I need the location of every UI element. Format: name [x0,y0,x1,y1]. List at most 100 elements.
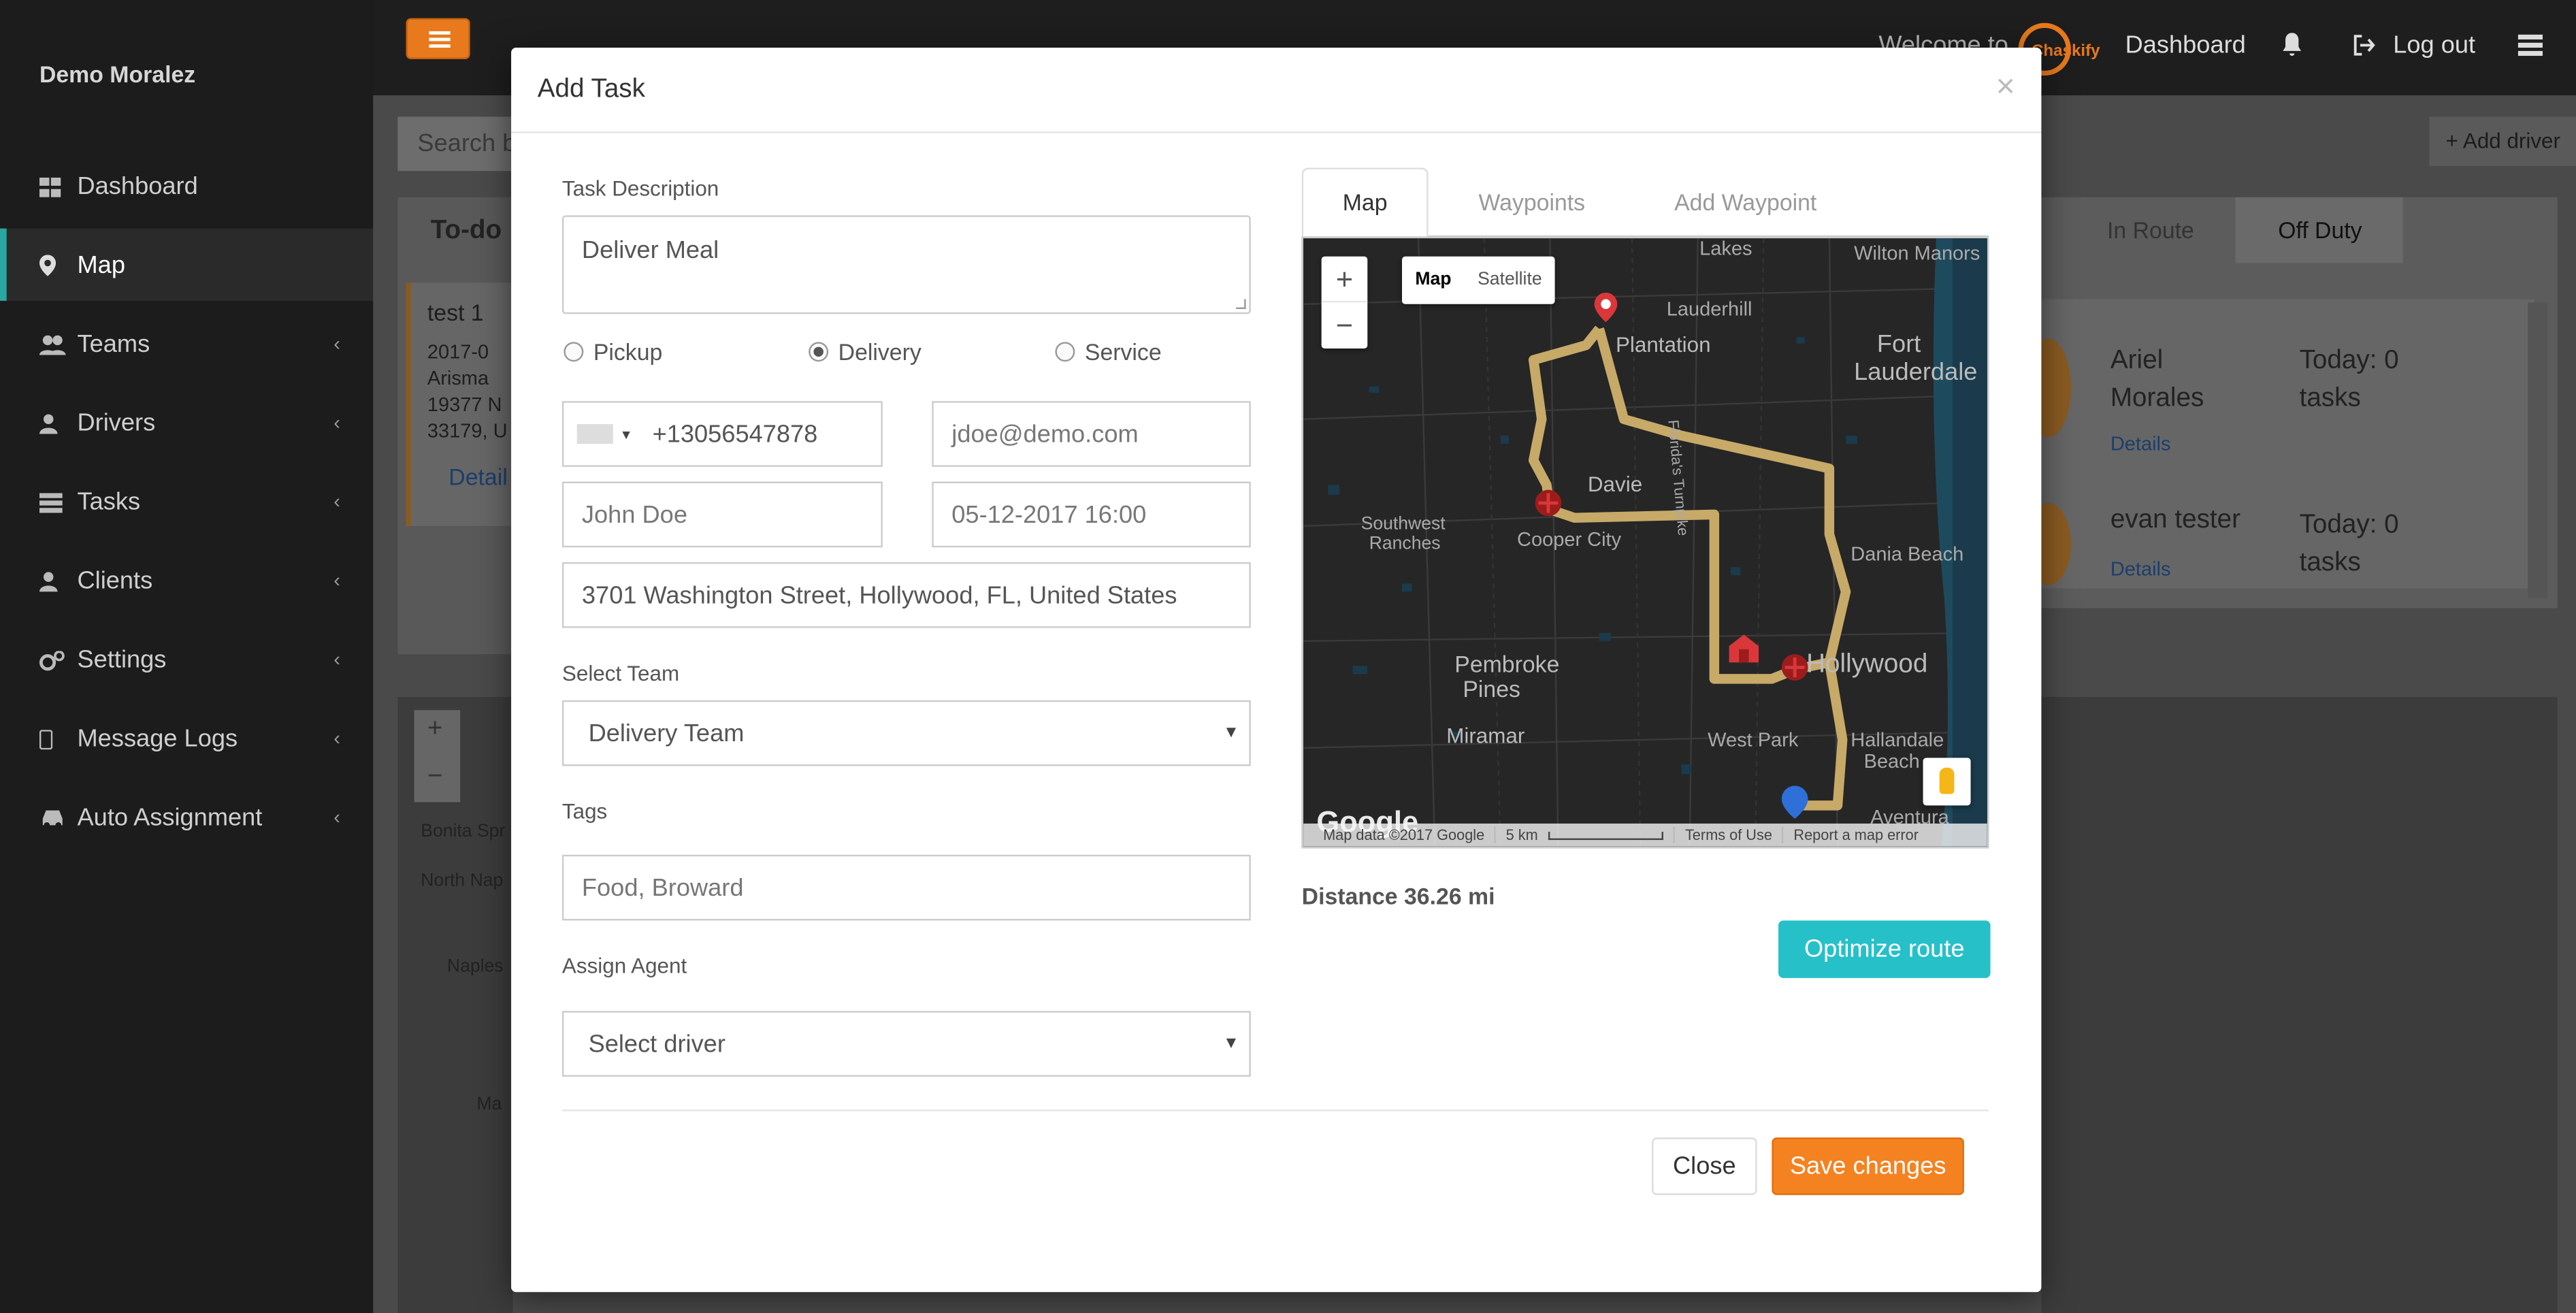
tab-off-duty[interactable]: Off Duty [2278,217,2362,244]
map-label: Davie [1587,472,1643,497]
map-label: Cooper City [1517,528,1622,551]
map-label: Miramar [1446,723,1525,748]
task-description-textarea[interactable]: Deliver Meal [561,215,1251,314]
sidebar-item-teams[interactable]: Teams ‹ [0,308,373,380]
logout-icon[interactable] [2353,35,2377,56]
dashboard-link[interactable]: Dashboard [2125,31,2246,59]
cogs-icon [39,649,65,671]
task-card-date: 2017-0 [427,340,489,363]
map-attribution: Map data ©2017 Google [1314,826,1497,843]
modal-close-icon[interactable]: × [1996,69,2015,107]
radio-delivery-dot[interactable] [809,342,829,362]
tab-map[interactable]: Map [1301,167,1429,237]
resize-handle-icon[interactable] [1236,299,1246,310]
map-scale: 5 km [1496,826,1676,843]
map-label: Lakes [1699,236,1752,260]
sidebar-item-settings[interactable]: Settings ‹ [0,623,373,695]
sidebar-item-clients[interactable]: Clients ‹ [0,544,373,616]
radio-service-dot[interactable] [1055,342,1075,362]
sidebar-item-drivers[interactable]: Drivers ‹ [0,387,373,459]
country-dropdown-caret-icon[interactable]: ▼ [619,427,632,442]
chevron-left-icon: ‹ [333,647,340,671]
map-label: Southwest [1360,514,1446,534]
datetime-input[interactable]: 05-12-2017 16:00 [932,481,1251,548]
agent-select[interactable]: Select driver ▼ [561,1011,1251,1077]
radio-service[interactable]: Service [1055,338,1162,366]
address-input[interactable]: 3701 Washington Street, Hollywood, FL, U… [561,562,1251,628]
task-card-details-link[interactable]: Detail [449,464,507,490]
tab-add-waypoint[interactable]: Add Waypoint [1647,167,1844,236]
map-zoom-in-button[interactable]: + [1321,257,1368,303]
name-input[interactable]: John Doe [561,481,883,548]
sidebar-item-label: Message Logs [77,724,238,752]
driver-details-link[interactable]: Details [2110,557,2171,581]
sidebar-item-label: Tasks [77,487,141,516]
map-zoom-out-button[interactable]: − [1322,302,1368,348]
sidebar-item-tasks[interactable]: Tasks ‹ [0,465,373,537]
sidebar-item-label: Drivers [77,408,156,437]
menu-toggle-button[interactable] [406,18,470,59]
close-button[interactable]: Close [1652,1137,1757,1195]
tab-waypoints[interactable]: Waypoints [1450,167,1614,236]
radio-pickup-label: Pickup [593,338,663,366]
bell-icon[interactable] [2281,33,2302,56]
email-input[interactable]: jdoe@demo.com [932,401,1251,467]
logout-link[interactable]: Log out [2393,31,2475,59]
save-changes-button[interactable]: Save changes [1772,1137,1964,1195]
dashboard-icon [39,176,63,197]
datetime-placeholder: 05-12-2017 16:00 [951,500,1147,529]
agent-selected-value: Select driver [588,1029,725,1058]
optimize-route-button[interactable]: Optimize route [1778,920,1991,978]
task-description-label: Task Description [561,176,719,201]
email-placeholder: jdoe@demo.com [951,420,1139,449]
chevron-left-icon: ‹ [333,489,340,513]
driver-today-unit: tasks [2299,549,2361,577]
map-marker-icon [39,255,63,276]
delivery-marker-icon[interactable] [1530,485,1566,517]
sidebar-item-message-logs[interactable]: Message Logs ‹ [0,702,373,774]
drivers-scrollbar[interactable] [2528,302,2548,599]
agent-select-caret-icon[interactable]: ▼ [1223,1035,1239,1053]
add-driver-button[interactable]: + Add driver [2429,116,2576,166]
pickup-marker-icon[interactable] [1724,626,1763,666]
drivers-panel: In Route Off Duty Ariel Morales Today: 0… [2025,197,2558,609]
driver-details-link[interactable]: Details [2110,432,2171,455]
radio-pickup[interactable]: Pickup [564,338,662,365]
street-view-pegman-icon[interactable] [1923,758,1971,806]
chevron-left-icon: ‹ [333,331,340,355]
radio-service-label: Service [1084,338,1162,366]
settings-panel-icon[interactable] [2517,34,2543,56]
tags-input[interactable]: Food, Broward [561,854,1251,921]
users-icon [39,334,66,355]
background-map-left: + − Bonita Spr North Nap Naples Ma [397,696,513,1313]
car-icon [39,807,63,828]
end-marker-icon[interactable] [1781,785,1808,819]
map-type-satellite-button[interactable]: Satellite [1465,257,1555,304]
start-marker-icon[interactable] [1594,292,1618,323]
sidebar-item-dashboard[interactable]: Dashboard [0,150,373,222]
user-icon [39,570,63,592]
brand-name: Chaskify [2031,42,2100,61]
map-report-error-link[interactable]: Report a map error [1784,827,1929,843]
team-select[interactable]: Delivery Team ▼ [561,700,1251,766]
driver-today-count: Today: 0 [2299,346,2399,375]
map-label: Lauderdale [1854,358,1978,387]
map-terms-link[interactable]: Terms of Use [1675,826,1784,843]
tab-in-route[interactable]: In Route [2107,217,2194,244]
map-type-map-button[interactable]: Map [1402,257,1465,304]
route-distance: Distance 36.26 mi [1301,882,1495,909]
mobile-icon [39,728,63,750]
phone-input[interactable]: ▼ +13056547878 [561,401,883,467]
country-flag-icon[interactable] [576,424,613,444]
sidebar-item-auto-assignment[interactable]: Auto Assignment ‹ [0,781,373,853]
radio-delivery[interactable]: Delivery [809,338,922,365]
route-map[interactable]: Lakes Wilton Manors Lauderhill Plantatio… [1301,236,1989,849]
map-label: Pines [1463,675,1520,702]
sidebar-item-map[interactable]: Map [0,228,374,301]
task-card[interactable]: test 1 2017-0 Arisma 19377 N 33179, U De… [406,282,512,526]
team-select-caret-icon[interactable]: ▼ [1223,724,1239,743]
address-value: 3701 Washington Street, Hollywood, FL, U… [581,581,1177,609]
tasks-icon [39,491,63,513]
radio-pickup-dot[interactable] [564,342,584,362]
assign-agent-label: Assign Agent [561,953,687,978]
